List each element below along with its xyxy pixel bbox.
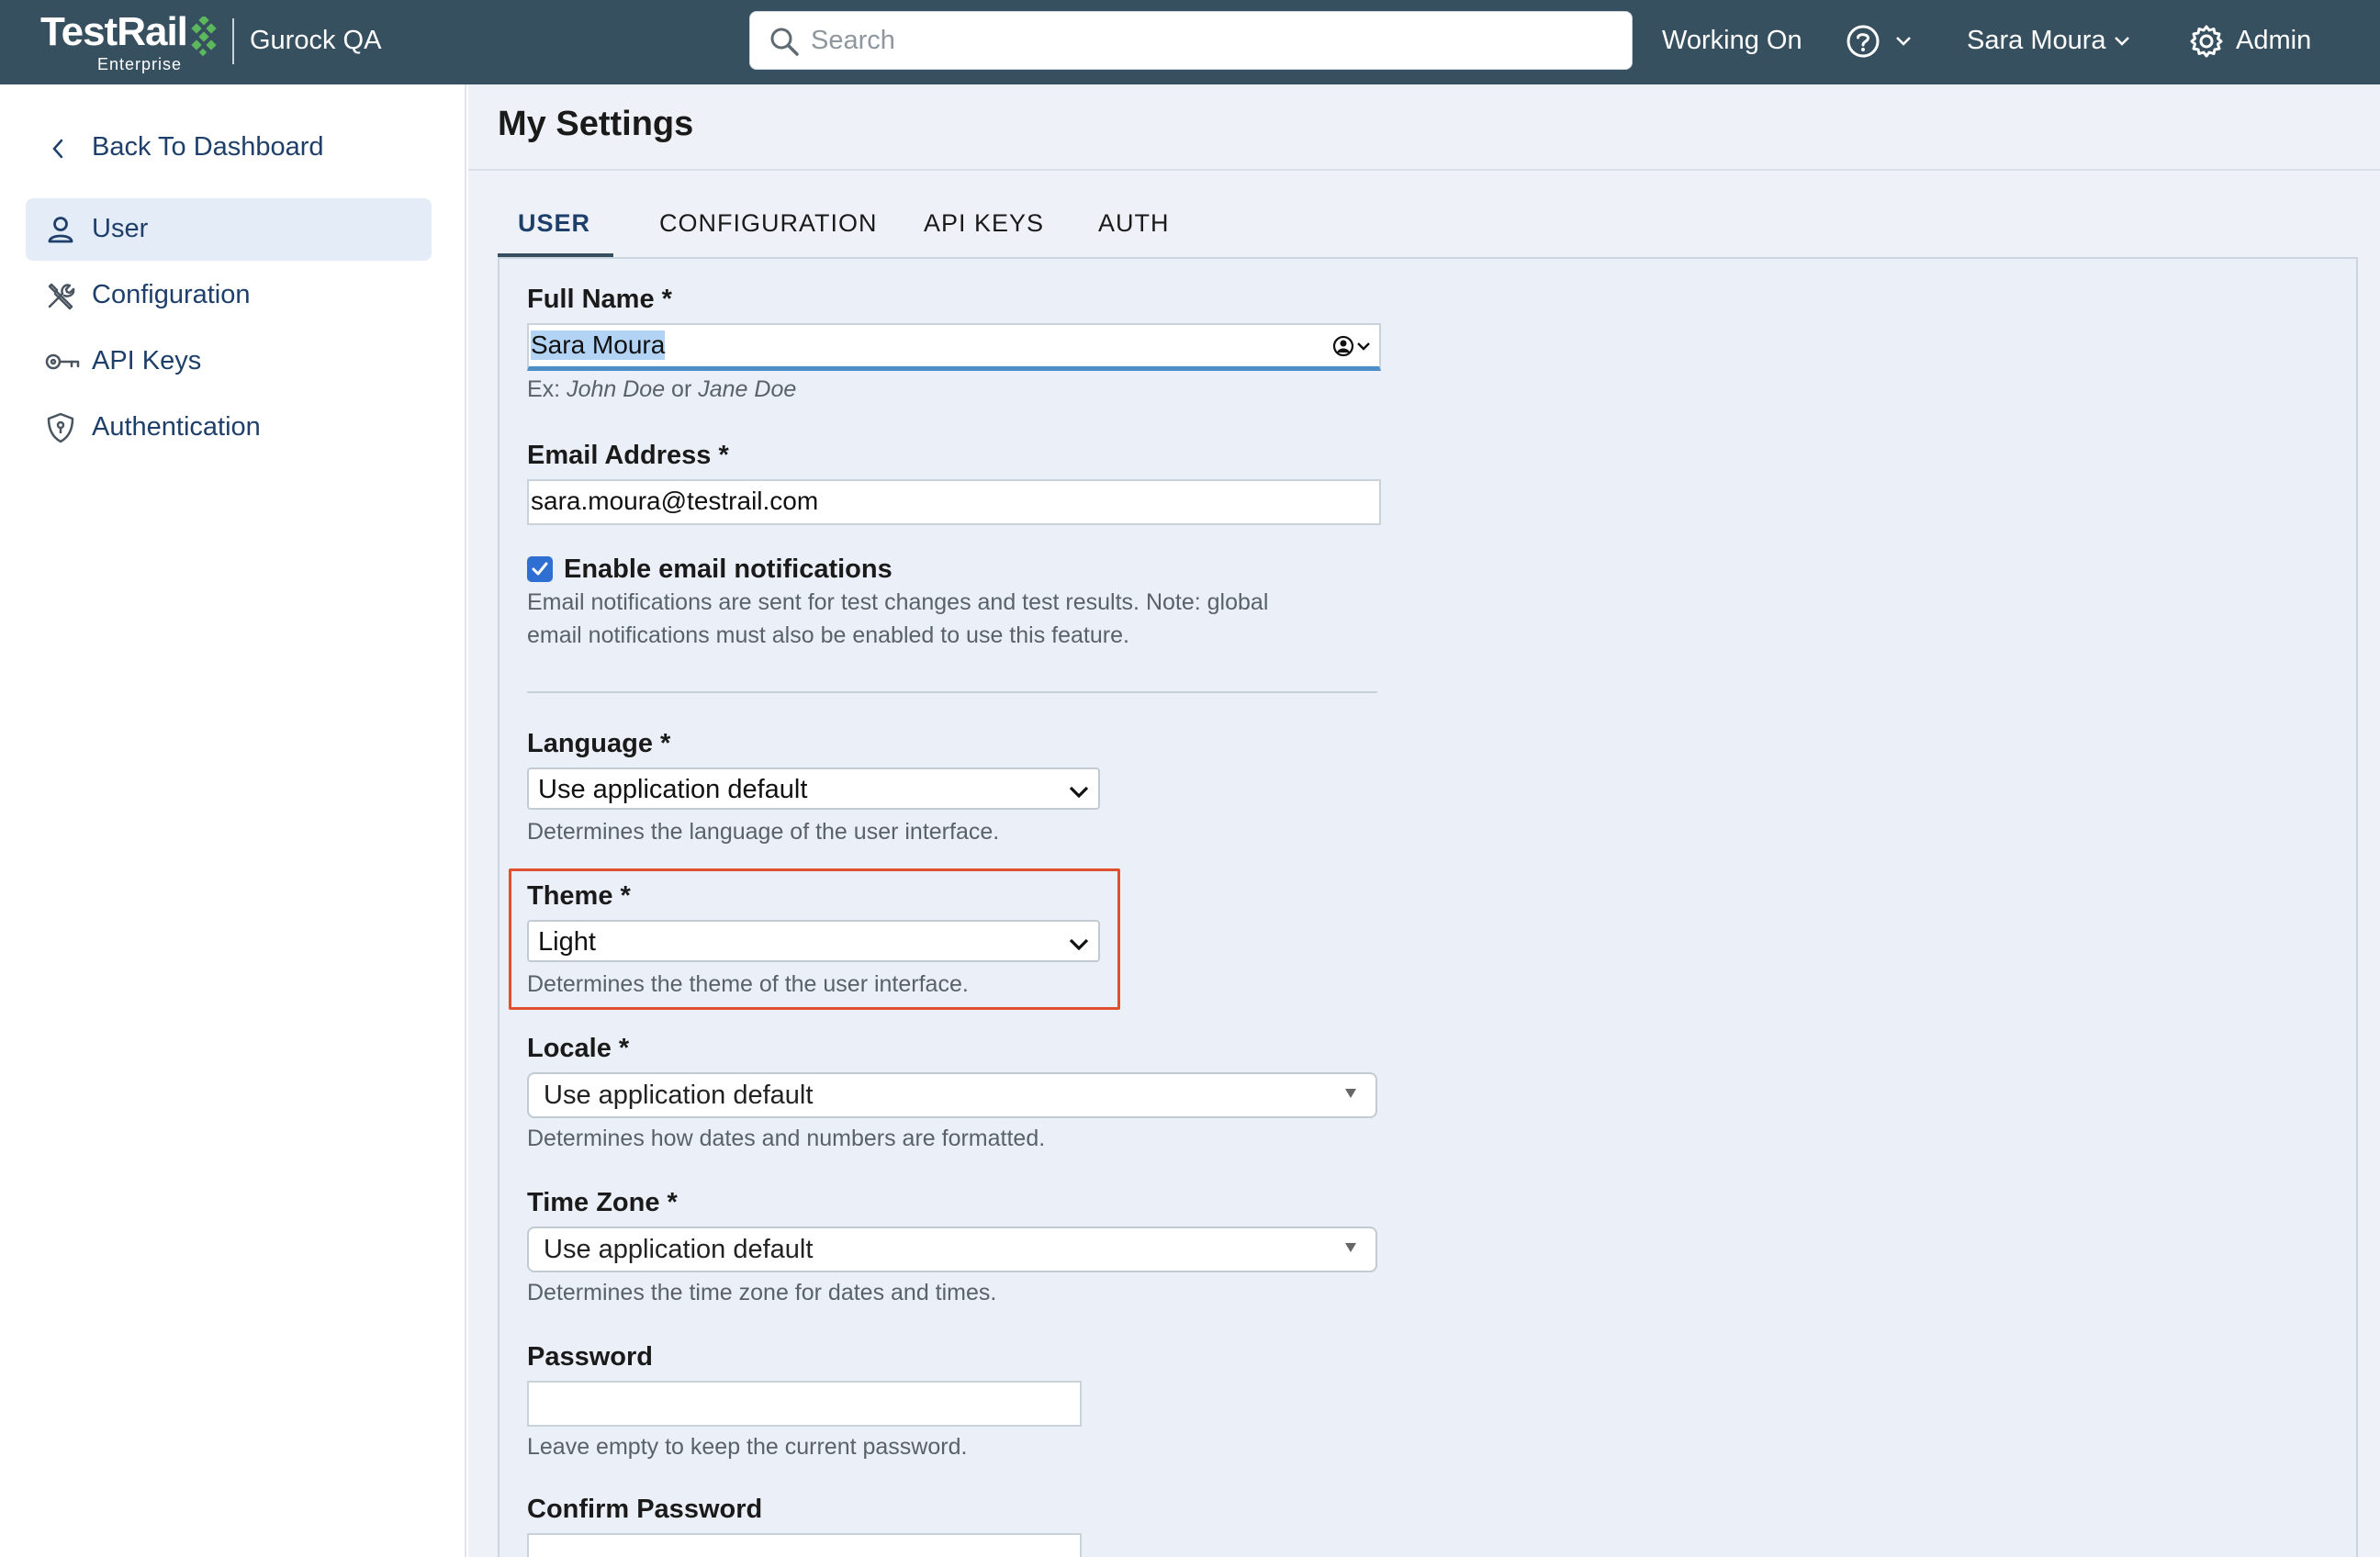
- sidebar-item-label: User: [92, 214, 149, 243]
- user-icon: [48, 217, 73, 243]
- time-zone-select[interactable]: Use application default: [527, 1227, 1377, 1272]
- email-notifications-help-line-2: email notifications must also be enabled…: [527, 622, 1129, 648]
- search-input[interactable]: [811, 19, 1619, 62]
- page-title: My Settings: [498, 105, 694, 143]
- user-settings-form: Full Name * Sara Moura Ex: John Doe or J…: [498, 257, 2358, 1557]
- sidebar-item-label: Configuration: [92, 280, 251, 309]
- tab-api-keys[interactable]: API KEYS: [924, 209, 1052, 263]
- help-example-2: Jane Doe: [698, 376, 797, 402]
- locale-label: Locale *: [527, 1034, 630, 1063]
- section-divider: [527, 691, 1377, 693]
- theme-label: Theme *: [527, 881, 631, 911]
- locale-select[interactable]: Use application default: [527, 1072, 1377, 1118]
- email-notifications-help-line-1: Email notifications are sent for test ch…: [527, 589, 1269, 615]
- full-name-label: Full Name *: [527, 285, 672, 314]
- language-value: Use application default: [538, 775, 808, 804]
- tab-user[interactable]: USER: [498, 209, 613, 263]
- theme-help: Determines the theme of the user interfa…: [527, 971, 969, 997]
- gear-icon[interactable]: [2189, 24, 2224, 59]
- time-zone-label: Time Zone *: [527, 1188, 678, 1217]
- email-label: Email Address *: [527, 441, 729, 470]
- password-input[interactable]: [527, 1381, 1082, 1427]
- admin-link[interactable]: Admin: [2236, 26, 2311, 56]
- main-content: My Settings USER CONFIGURATION API KEYS …: [468, 84, 2380, 1557]
- settings-sidebar: Back To Dashboard User Configuration API…: [0, 84, 466, 1557]
- theme-value: Light: [538, 927, 596, 957]
- triangle-down-icon: [1345, 1243, 1356, 1252]
- email-notifications-label[interactable]: Enable email notifications: [564, 554, 892, 585]
- autofill-contact-icon[interactable]: [1331, 334, 1375, 358]
- full-name-input[interactable]: Sara Moura: [527, 323, 1381, 371]
- password-help: Leave empty to keep the current password…: [527, 1434, 968, 1460]
- time-zone-value: Use application default: [544, 1235, 814, 1264]
- key-icon: [45, 353, 80, 370]
- project-name[interactable]: Gurock QA: [250, 26, 381, 56]
- user-chevron-down-icon[interactable]: [2114, 35, 2130, 48]
- help-chevron-down-icon[interactable]: [1895, 35, 1912, 48]
- checkmark-icon: [532, 562, 548, 576]
- full-name-help: Ex: John Doe or Jane Doe: [527, 376, 797, 402]
- back-to-dashboard-label: Back To Dashboard: [92, 132, 324, 162]
- tab-label: CONFIGURATION: [659, 209, 878, 237]
- user-menu-name[interactable]: Sara Moura: [1967, 26, 2106, 56]
- sidebar-item-api-keys[interactable]: API Keys: [26, 330, 432, 393]
- full-name-value: Sara Moura: [531, 330, 666, 360]
- sidebar-item-user[interactable]: User: [26, 198, 432, 261]
- locale-value: Use application default: [544, 1081, 814, 1110]
- theme-select[interactable]: Light: [527, 920, 1100, 962]
- chevron-left-icon: [52, 139, 63, 159]
- chevron-down-icon: [1069, 786, 1089, 799]
- tools-icon: [48, 283, 75, 310]
- language-help: Determines the language of the user inte…: [527, 819, 1000, 845]
- email-notifications-checkbox[interactable]: [527, 556, 553, 582]
- sidebar-item-authentication[interactable]: Authentication: [26, 397, 432, 459]
- testrail-logo[interactable]: TestRail Enterprise: [40, 7, 224, 77]
- language-label: Language *: [527, 729, 671, 758]
- confirm-password-label: Confirm Password: [527, 1495, 763, 1524]
- language-select[interactable]: Use application default: [527, 767, 1100, 810]
- triangle-down-icon: [1345, 1089, 1356, 1098]
- confirm-password-input[interactable]: [527, 1533, 1082, 1557]
- help-example-1: John Doe: [567, 376, 666, 402]
- search-box[interactable]: [749, 11, 1633, 70]
- tab-label: API KEYS: [924, 209, 1045, 237]
- working-on-link[interactable]: Working On: [1662, 26, 1802, 56]
- tab-label: USER: [518, 209, 591, 237]
- sidebar-item-label: Authentication: [92, 412, 261, 442]
- logo-subtitle: Enterprise: [97, 55, 183, 73]
- locale-help: Determines how dates and numbers are for…: [527, 1126, 1046, 1151]
- help-icon[interactable]: [1846, 24, 1880, 59]
- tab-auth[interactable]: AUTH: [1098, 209, 1181, 263]
- logo-mark-icon: [191, 17, 217, 57]
- tab-label: AUTH: [1098, 209, 1170, 237]
- top-navigation-bar: TestRail Enterprise Gurock QA Working On: [0, 0, 2380, 84]
- password-label: Password: [527, 1342, 653, 1372]
- email-input[interactable]: sara.moura@testrail.com: [527, 479, 1381, 525]
- search-icon: [770, 28, 799, 56]
- title-divider: [468, 169, 2380, 171]
- logo-divider: [232, 18, 234, 64]
- chevron-down-icon: [1069, 938, 1089, 951]
- time-zone-help: Determines the time zone for dates and t…: [527, 1280, 997, 1305]
- sidebar-item-configuration[interactable]: Configuration: [26, 264, 432, 327]
- logo-text: TestRail: [40, 9, 188, 54]
- tab-configuration[interactable]: CONFIGURATION: [659, 209, 880, 263]
- sidebar-item-label: API Keys: [92, 346, 202, 375]
- shield-icon: [47, 412, 74, 443]
- email-value: sara.moura@testrail.com: [531, 487, 819, 515]
